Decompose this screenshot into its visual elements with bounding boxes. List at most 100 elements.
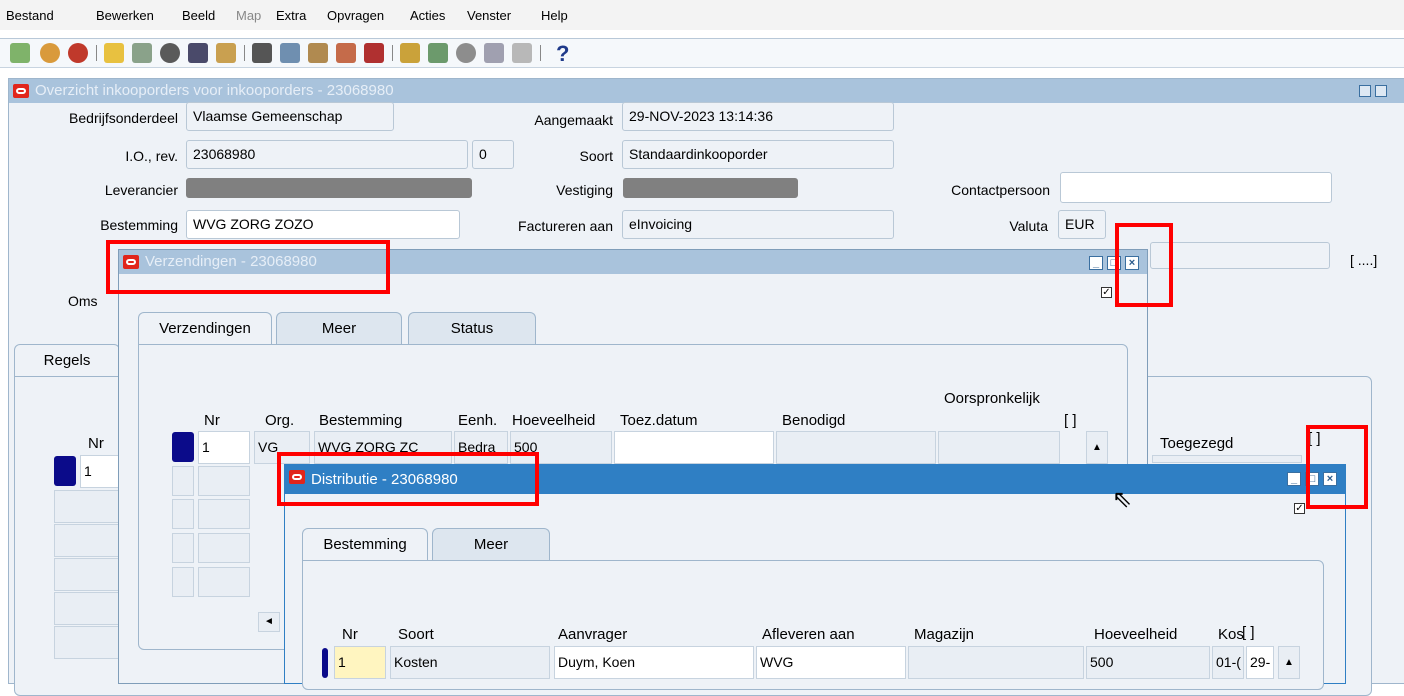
distributie-magazijn[interactable] — [908, 646, 1084, 679]
maximize-icon[interactable]: □ — [1107, 256, 1121, 270]
maximize-icon[interactable]: □ — [1305, 472, 1319, 486]
help-icon[interactable]: ? — [556, 41, 569, 67]
paste-icon[interactable] — [308, 43, 328, 63]
tab-bestemming[interactable]: Bestemming — [302, 528, 428, 562]
verzending-empty-row[interactable] — [172, 533, 194, 563]
verzending-empty-row[interactable] — [172, 499, 194, 529]
distributie-soort[interactable]: Kosten — [390, 646, 550, 679]
menu-beeld[interactable]: Beeld — [182, 8, 215, 23]
field-aangemaakt[interactable]: 29-NOV-2023 13:14:36 — [622, 102, 894, 131]
menu-acties[interactable]: Acties — [410, 8, 445, 23]
field-soort[interactable]: Standaardinkooporder — [622, 140, 894, 169]
regels-empty-row[interactable] — [54, 524, 120, 557]
verzending-empty-row[interactable] — [198, 533, 250, 563]
field-blanket-info[interactable] — [1150, 242, 1330, 269]
edit-field-icon[interactable] — [400, 43, 420, 63]
close-icon[interactable]: × — [1323, 472, 1337, 486]
distributie-titlebar[interactable]: Distributie - 23068980 _ □ × — [285, 465, 1345, 494]
verzendingen-checkbox[interactable]: ✓ — [1101, 287, 1112, 298]
menu-help[interactable]: Help — [541, 8, 568, 23]
close-icon[interactable]: × — [1125, 256, 1139, 270]
verzending-toez-datum[interactable] — [614, 431, 774, 464]
minimize-icon[interactable]: _ — [1089, 256, 1103, 270]
field-factureren-aan[interactable]: eInvoicing — [622, 210, 894, 239]
distributie-nr[interactable]: 1 — [334, 646, 386, 679]
tab-meer-distributie[interactable]: Meer — [432, 528, 550, 562]
menu-bewerken[interactable]: Bewerken — [96, 8, 154, 23]
verzending-nr[interactable]: 1 — [198, 431, 250, 464]
maximize-icon[interactable] — [1375, 85, 1387, 97]
tab-meer[interactable]: Meer — [276, 312, 402, 346]
cut-icon[interactable] — [252, 43, 272, 63]
close-form-icon[interactable] — [188, 43, 208, 63]
tab-regels[interactable]: Regels — [14, 344, 120, 378]
header-bracket[interactable]: [ ] — [1064, 412, 1077, 429]
tab-verzendingen[interactable]: Verzendingen — [138, 312, 272, 346]
verzending-oorspronkelijk[interactable] — [938, 431, 1060, 464]
verzending-empty-row[interactable] — [198, 499, 250, 529]
verzending-empty-row[interactable] — [198, 466, 250, 496]
verzending-empty-row[interactable] — [172, 466, 194, 496]
field-io-number[interactable]: 23068980 — [186, 140, 468, 169]
attachments-icon[interactable] — [484, 43, 504, 63]
distributie-afleveren-aan[interactable]: WVG — [756, 646, 906, 679]
regels-row-nr[interactable]: 1 — [80, 455, 120, 488]
verzending-benodigd[interactable] — [776, 431, 936, 464]
regels-row-indicator[interactable] — [54, 456, 76, 486]
distributie-row-indicator[interactable] — [322, 648, 328, 678]
verzending-empty-row[interactable] — [172, 567, 194, 597]
field-bedrijfsonderdeel[interactable]: Vlaamse Gemeenschap — [186, 102, 394, 131]
folder-tools-icon[interactable] — [512, 43, 532, 63]
regels-empty-row[interactable] — [54, 490, 120, 523]
verzendingen-row-indicator[interactable] — [172, 432, 194, 462]
field-valuta[interactable]: EUR — [1058, 210, 1106, 239]
tab-status[interactable]: Status — [408, 312, 536, 346]
distributie-kos[interactable]: 01-( — [1212, 646, 1244, 679]
print-icon[interactable] — [160, 43, 180, 63]
header-bracket[interactable]: [ ] — [1242, 624, 1255, 641]
verzending-empty-row[interactable] — [198, 567, 250, 597]
verzendingen-titlebar[interactable]: Verzendingen - 23068980 _ □ × — [119, 250, 1147, 274]
verzending-org[interactable]: VG — [254, 431, 310, 464]
regels-empty-row[interactable] — [54, 592, 120, 625]
verzending-bestemming[interactable]: WVG ZORG ZC — [314, 431, 452, 464]
distributie-hoeveelheid[interactable]: 500 — [1086, 646, 1210, 679]
minimize-icon[interactable] — [1359, 85, 1371, 97]
regels-empty-row[interactable] — [54, 626, 120, 659]
menu-extra[interactable]: Extra — [276, 8, 306, 23]
minimize-icon[interactable]: _ — [1287, 472, 1301, 486]
verzending-hoeveelheid[interactable]: 500 — [510, 431, 612, 464]
header-benodigd: Benodigd — [782, 412, 846, 429]
label-bestemming: Bestemming — [100, 217, 178, 233]
translations-icon[interactable] — [456, 43, 476, 63]
save-icon[interactable] — [132, 43, 152, 63]
menu-venster[interactable]: Venster — [467, 8, 511, 23]
field-bestemming[interactable]: WVG ZORG ZOZO — [186, 210, 460, 239]
verzending-eenh[interactable]: Bedra — [454, 431, 508, 464]
distributie-title: Distributie - 23068980 — [311, 471, 458, 488]
main-window-titlebar[interactable]: Overzicht inkooporders voor inkooporders… — [9, 79, 1404, 103]
menu-bestand[interactable]: Bestand — [6, 8, 54, 23]
new-record-icon[interactable] — [10, 43, 30, 63]
refresh-icon[interactable] — [216, 43, 236, 63]
scroll-left-icon[interactable]: ◄ — [258, 612, 280, 632]
delete-row-icon[interactable] — [364, 43, 384, 63]
copy-icon[interactable] — [280, 43, 300, 63]
new-row-icon[interactable] — [336, 43, 356, 63]
field-contactpersoon[interactable] — [1060, 172, 1332, 203]
zoom-icon[interactable] — [428, 43, 448, 63]
distributie-checkbox[interactable]: ✓ — [1294, 503, 1305, 514]
find-icon[interactable] — [40, 43, 60, 63]
distributie-aanvrager[interactable]: Duym, Koen — [554, 646, 754, 679]
menu-map[interactable]: Map — [236, 8, 261, 23]
menu-opvragen[interactable]: Opvragen — [327, 8, 384, 23]
regels-empty-row[interactable] — [54, 558, 120, 591]
regels-header-bracket[interactable]: [ ] — [1308, 430, 1321, 447]
navigator-icon[interactable] — [68, 43, 88, 63]
open-icon[interactable] — [104, 43, 124, 63]
distributie-extra[interactable]: 29- — [1246, 646, 1274, 679]
scroll-up-icon[interactable]: ▲ — [1086, 431, 1108, 464]
regels-row-toegezegd[interactable] — [1152, 455, 1302, 463]
scroll-up-icon[interactable]: ▲ — [1278, 646, 1300, 679]
more-button[interactable]: [ ....] — [1350, 252, 1377, 268]
